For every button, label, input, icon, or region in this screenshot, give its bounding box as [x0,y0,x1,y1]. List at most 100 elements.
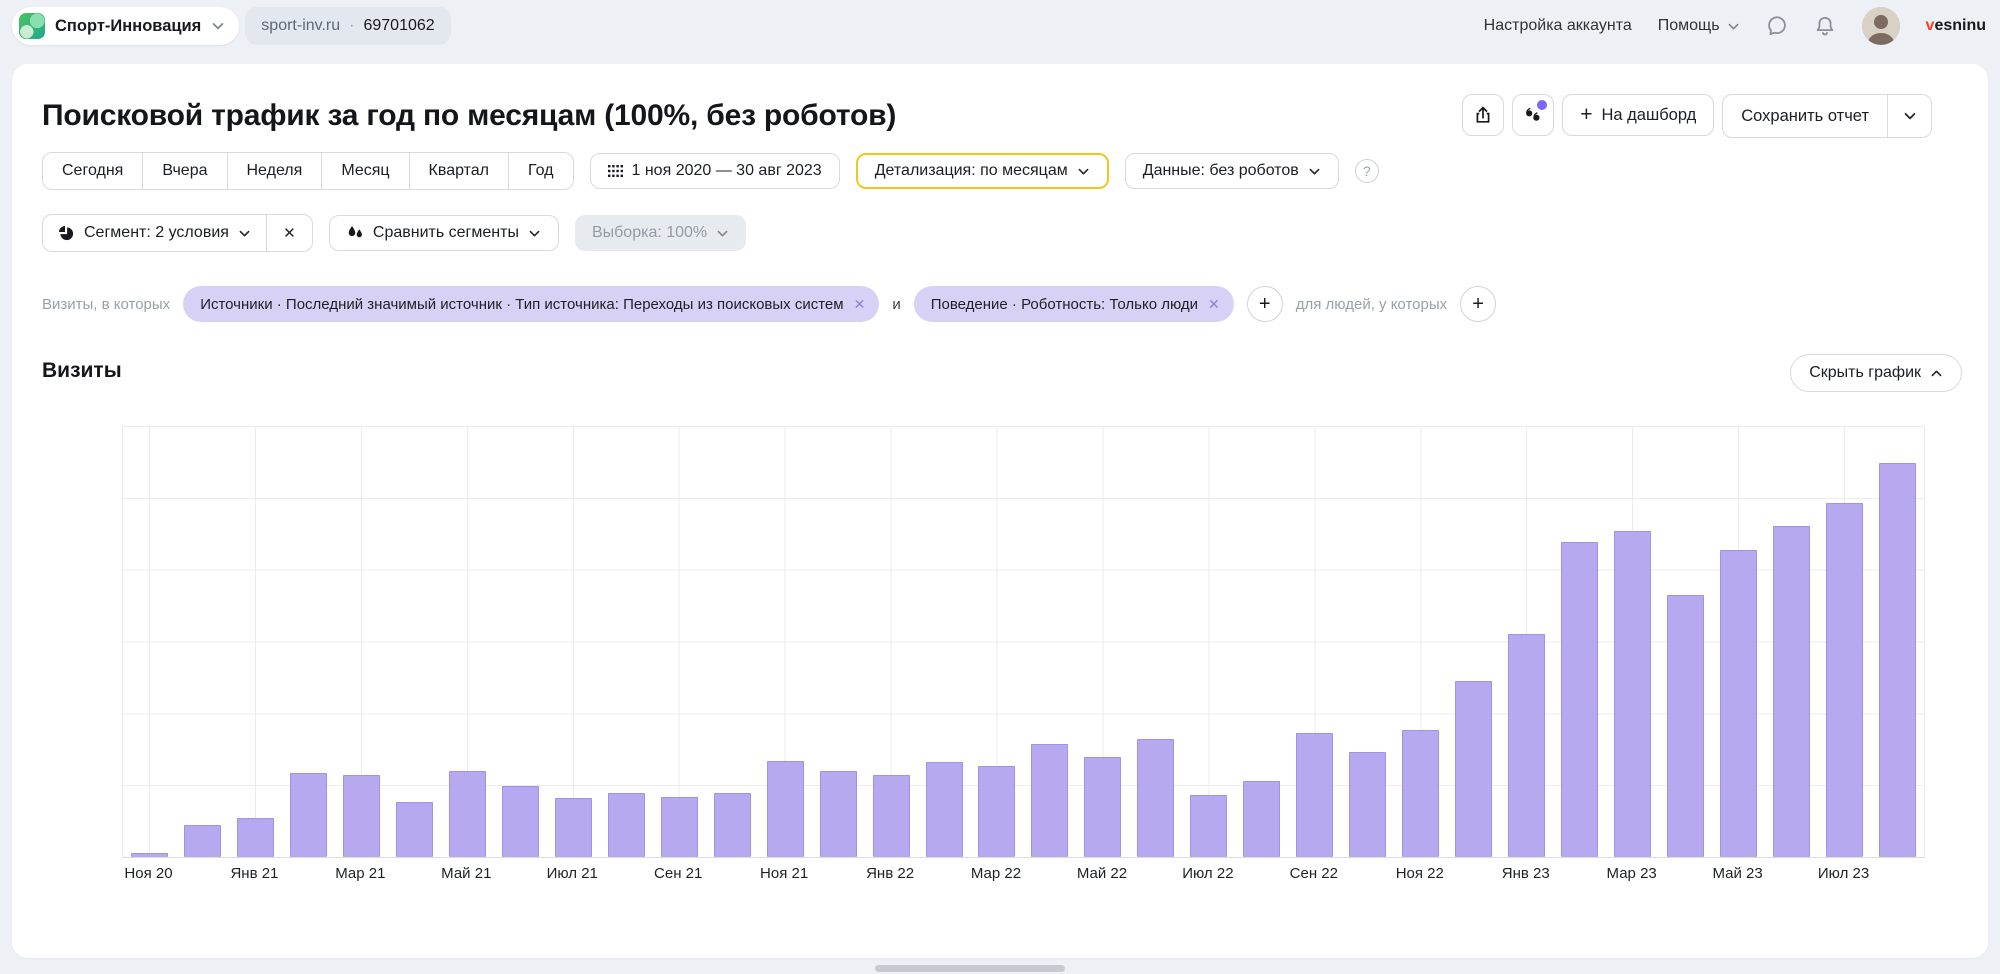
username-rest: esninu [1934,17,1986,34]
chart-bar[interactable] [237,818,274,857]
chart-bar[interactable] [1720,550,1757,857]
filter-chip-source-type[interactable]: Источники · Последний значимый источник … [183,286,879,322]
chart-bar[interactable] [1190,795,1227,857]
help-question-icon[interactable]: ? [1355,159,1379,183]
compare-segments-button[interactable]: Сравнить сегменты [329,215,559,251]
period-button-0[interactable]: Сегодня [43,153,143,189]
chart-bar[interactable] [608,793,645,857]
chart-bar[interactable] [396,802,433,857]
chart-bar[interactable] [926,762,963,857]
avatar[interactable] [1862,7,1900,45]
calendar-grid-icon [608,165,623,178]
bar-slot [1818,426,1871,857]
chart-bar[interactable] [1667,595,1704,857]
bar-slot [812,426,865,857]
bar-slot [1394,426,1447,857]
chart-bar[interactable] [714,793,751,857]
sample-select[interactable]: Выборка: 100% [575,215,746,251]
add-visit-filter-button[interactable]: + [1247,286,1283,322]
chart-bar[interactable] [767,761,804,857]
account-settings-link[interactable]: Настройка аккаунта [1484,17,1632,35]
remove-filter-icon[interactable]: ✕ [1208,296,1220,313]
chart-bar[interactable] [343,775,380,857]
bar-slot [918,426,971,857]
chart-bar[interactable] [1826,503,1863,857]
chart-bar[interactable] [820,771,857,857]
chart-bar[interactable] [555,798,592,857]
chart-bar[interactable] [1349,752,1386,857]
save-report-button[interactable]: Сохранить отчет [1723,95,1887,137]
chevron-up-icon [1930,367,1943,380]
ai-summary-button[interactable] [1512,94,1554,136]
save-report-menu-button[interactable] [1887,95,1931,137]
period-button-2[interactable]: Неделя [228,153,323,189]
chart-bar[interactable] [873,775,910,857]
filter-chip-robots[interactable]: Поведение · Роботность: Только люди ✕ [914,286,1234,322]
notifications-icon[interactable] [1814,15,1836,37]
period-button-5[interactable]: Год [509,153,572,189]
bar-slot [1712,426,1765,857]
chart-bar[interactable] [1402,730,1439,857]
bar-slot [335,426,388,857]
chart-bar[interactable] [1879,463,1916,857]
chart-bar[interactable] [1031,744,1068,857]
help-menu[interactable]: Помощь [1658,17,1740,35]
x-tick-label: Мар 22 [971,865,1021,882]
chart-section-title: Визиты [42,354,122,384]
date-range-button[interactable]: 1 ноя 2020 — 30 авг 2023 [590,153,840,189]
add-to-dashboard-button[interactable]: + На дашборд [1562,94,1714,136]
chart-bar[interactable] [978,766,1015,857]
bar-slot [1606,426,1659,857]
chart-x-axis: Ноя 20Янв 21Мар 21Май 21Июл 21Сен 21Ноя … [122,865,1923,887]
data-mode-select[interactable]: Данные: без роботов [1125,153,1339,189]
toolbar-row-periods: СегодняВчераНеделяМесяцКварталГод 1 ноя … [42,152,1379,190]
x-tick-label: Янв 22 [866,865,914,882]
username[interactable]: vesninu [1926,17,1986,35]
bar-slot [1076,426,1129,857]
topbar: Спорт-Инновация sport-inv.ru · 69701062 … [0,0,2000,52]
period-button-1[interactable]: Вчера [143,153,227,189]
bar-slot [229,426,282,857]
add-people-filter-button[interactable]: + [1460,286,1496,322]
chart-bar[interactable] [290,773,327,857]
chart-bar[interactable] [661,797,698,857]
chart-bar[interactable] [1508,634,1545,857]
bar-slot [706,426,759,857]
bar-slot [865,426,918,857]
chart-bar[interactable] [1084,757,1121,857]
chart-plot[interactable] [122,426,1925,858]
chevron-down-icon [528,227,541,240]
export-icon [1473,105,1493,125]
compare-drops-icon [347,225,364,241]
remove-filter-icon[interactable]: ✕ [854,296,866,313]
bar-slot [759,426,812,857]
sample-label: Выборка: 100% [592,224,707,242]
chart-bar[interactable] [1614,531,1651,857]
bar-slot [123,426,176,857]
chart-bar[interactable] [184,825,221,857]
bullet-separator: · [349,17,354,35]
chart-bar[interactable] [502,786,539,857]
chart-bar[interactable] [1296,733,1333,857]
chart-bar[interactable] [1455,681,1492,857]
chart-bar[interactable] [449,771,486,857]
chart-bar[interactable] [131,853,168,857]
period-button-3[interactable]: Месяц [322,153,409,189]
segment-clear-button[interactable]: ✕ [266,215,312,251]
chart-bar[interactable] [1561,542,1598,857]
segment-select[interactable]: Сегмент: 2 условия [43,215,266,251]
hide-chart-button[interactable]: Скрыть график [1790,354,1962,392]
counter-info[interactable]: sport-inv.ru · 69701062 [245,7,450,45]
horizontal-scrollbar-thumb[interactable] [875,965,1065,972]
chart-bar[interactable] [1137,739,1174,857]
date-range-label: 1 ноя 2020 — 30 авг 2023 [632,162,822,180]
period-button-4[interactable]: Квартал [410,153,509,189]
chart-bar[interactable] [1243,781,1280,857]
chart-bars [123,426,1924,857]
x-tick-label: Июл 23 [1818,865,1869,882]
chat-icon[interactable] [1766,15,1788,37]
project-switcher[interactable]: Спорт-Инновация [12,7,239,45]
detail-select[interactable]: Детализация: по месяцам [856,153,1109,189]
export-button[interactable] [1462,94,1504,136]
chart-bar[interactable] [1773,526,1810,857]
